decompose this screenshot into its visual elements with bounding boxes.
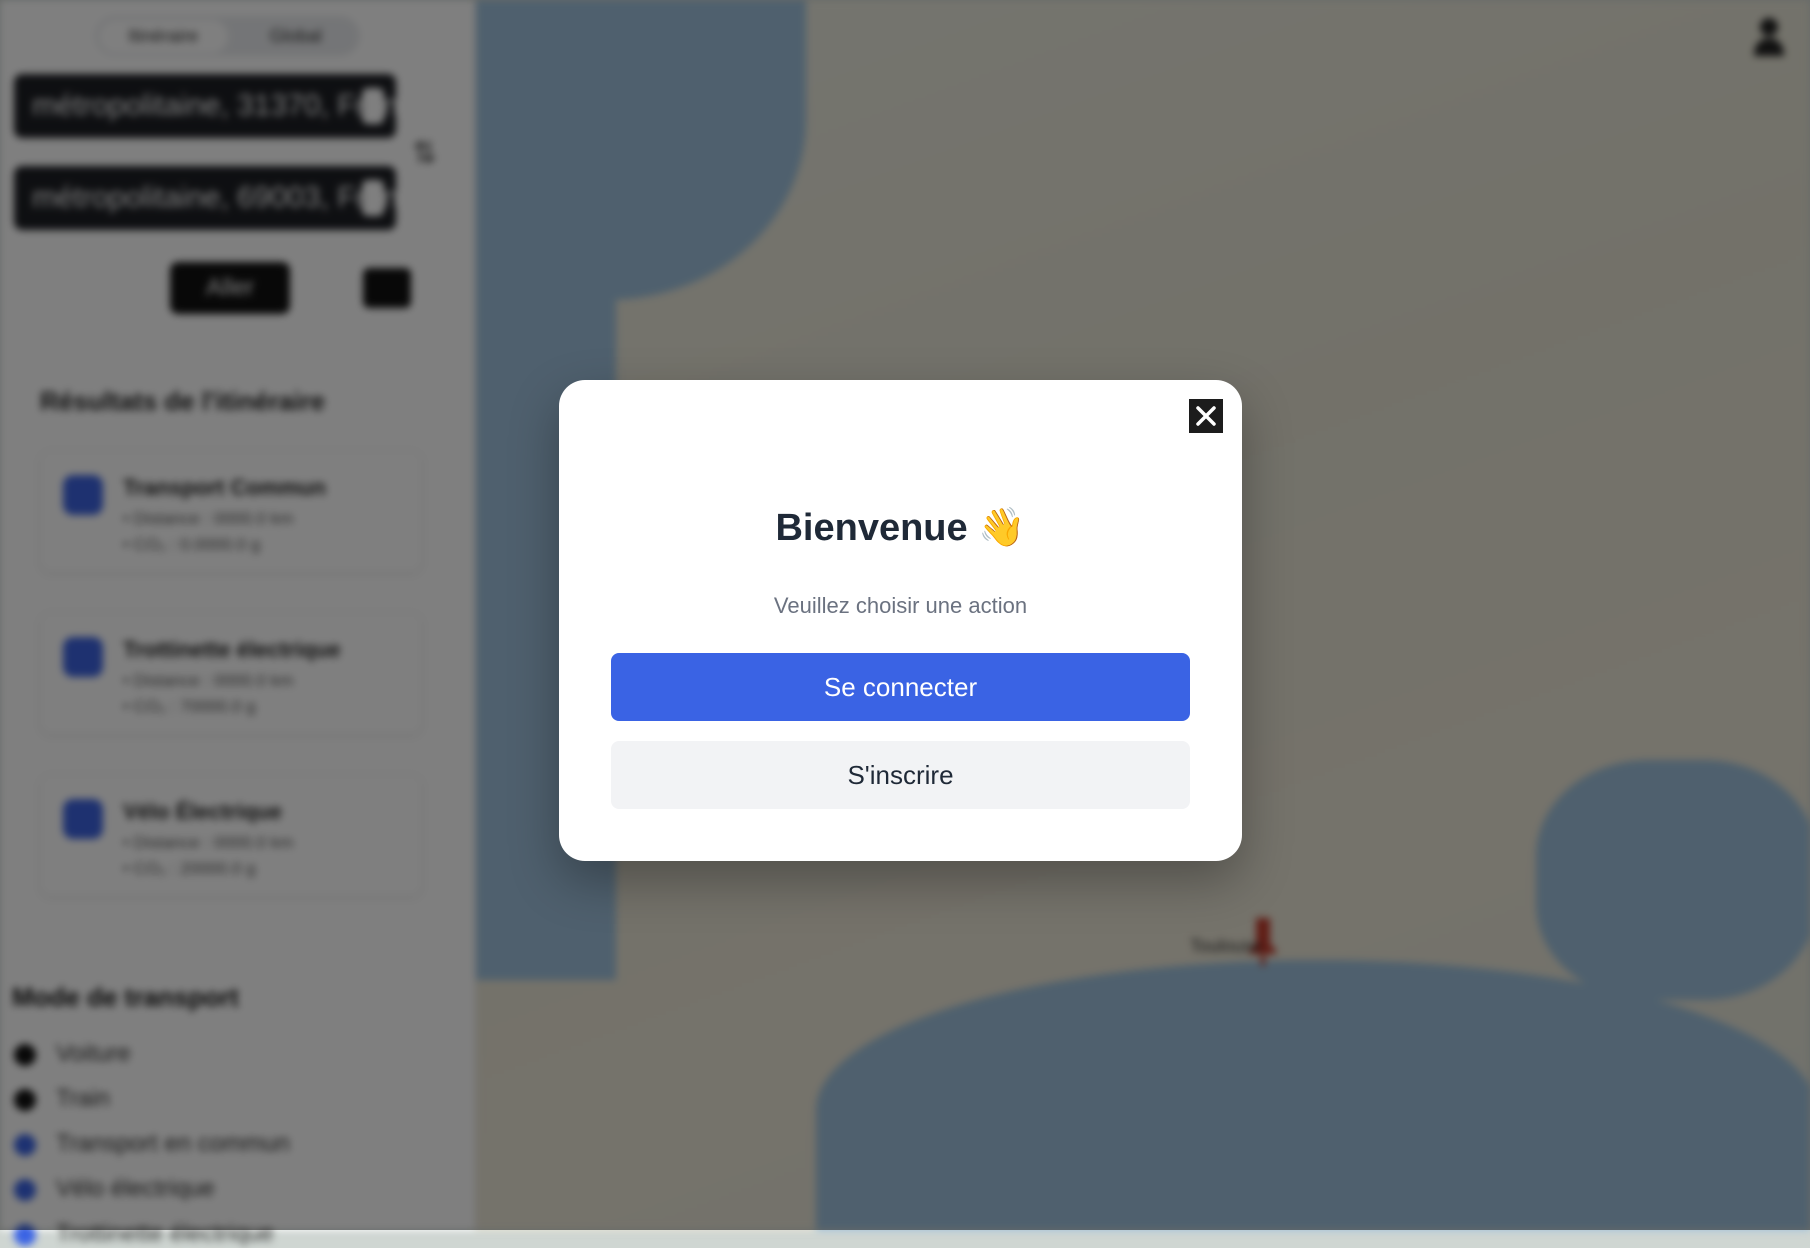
signup-button[interactable]: S'inscrire	[611, 741, 1190, 809]
welcome-title: Bienvenue 👋	[775, 507, 1026, 549]
welcome-modal: Bienvenue 👋 Veuillez choisir une action …	[559, 380, 1242, 861]
close-icon	[1196, 406, 1216, 426]
login-button[interactable]: Se connecter	[611, 653, 1190, 721]
welcome-subtitle: Veuillez choisir une action	[773, 593, 1028, 618]
close-button[interactable]	[1189, 399, 1223, 433]
